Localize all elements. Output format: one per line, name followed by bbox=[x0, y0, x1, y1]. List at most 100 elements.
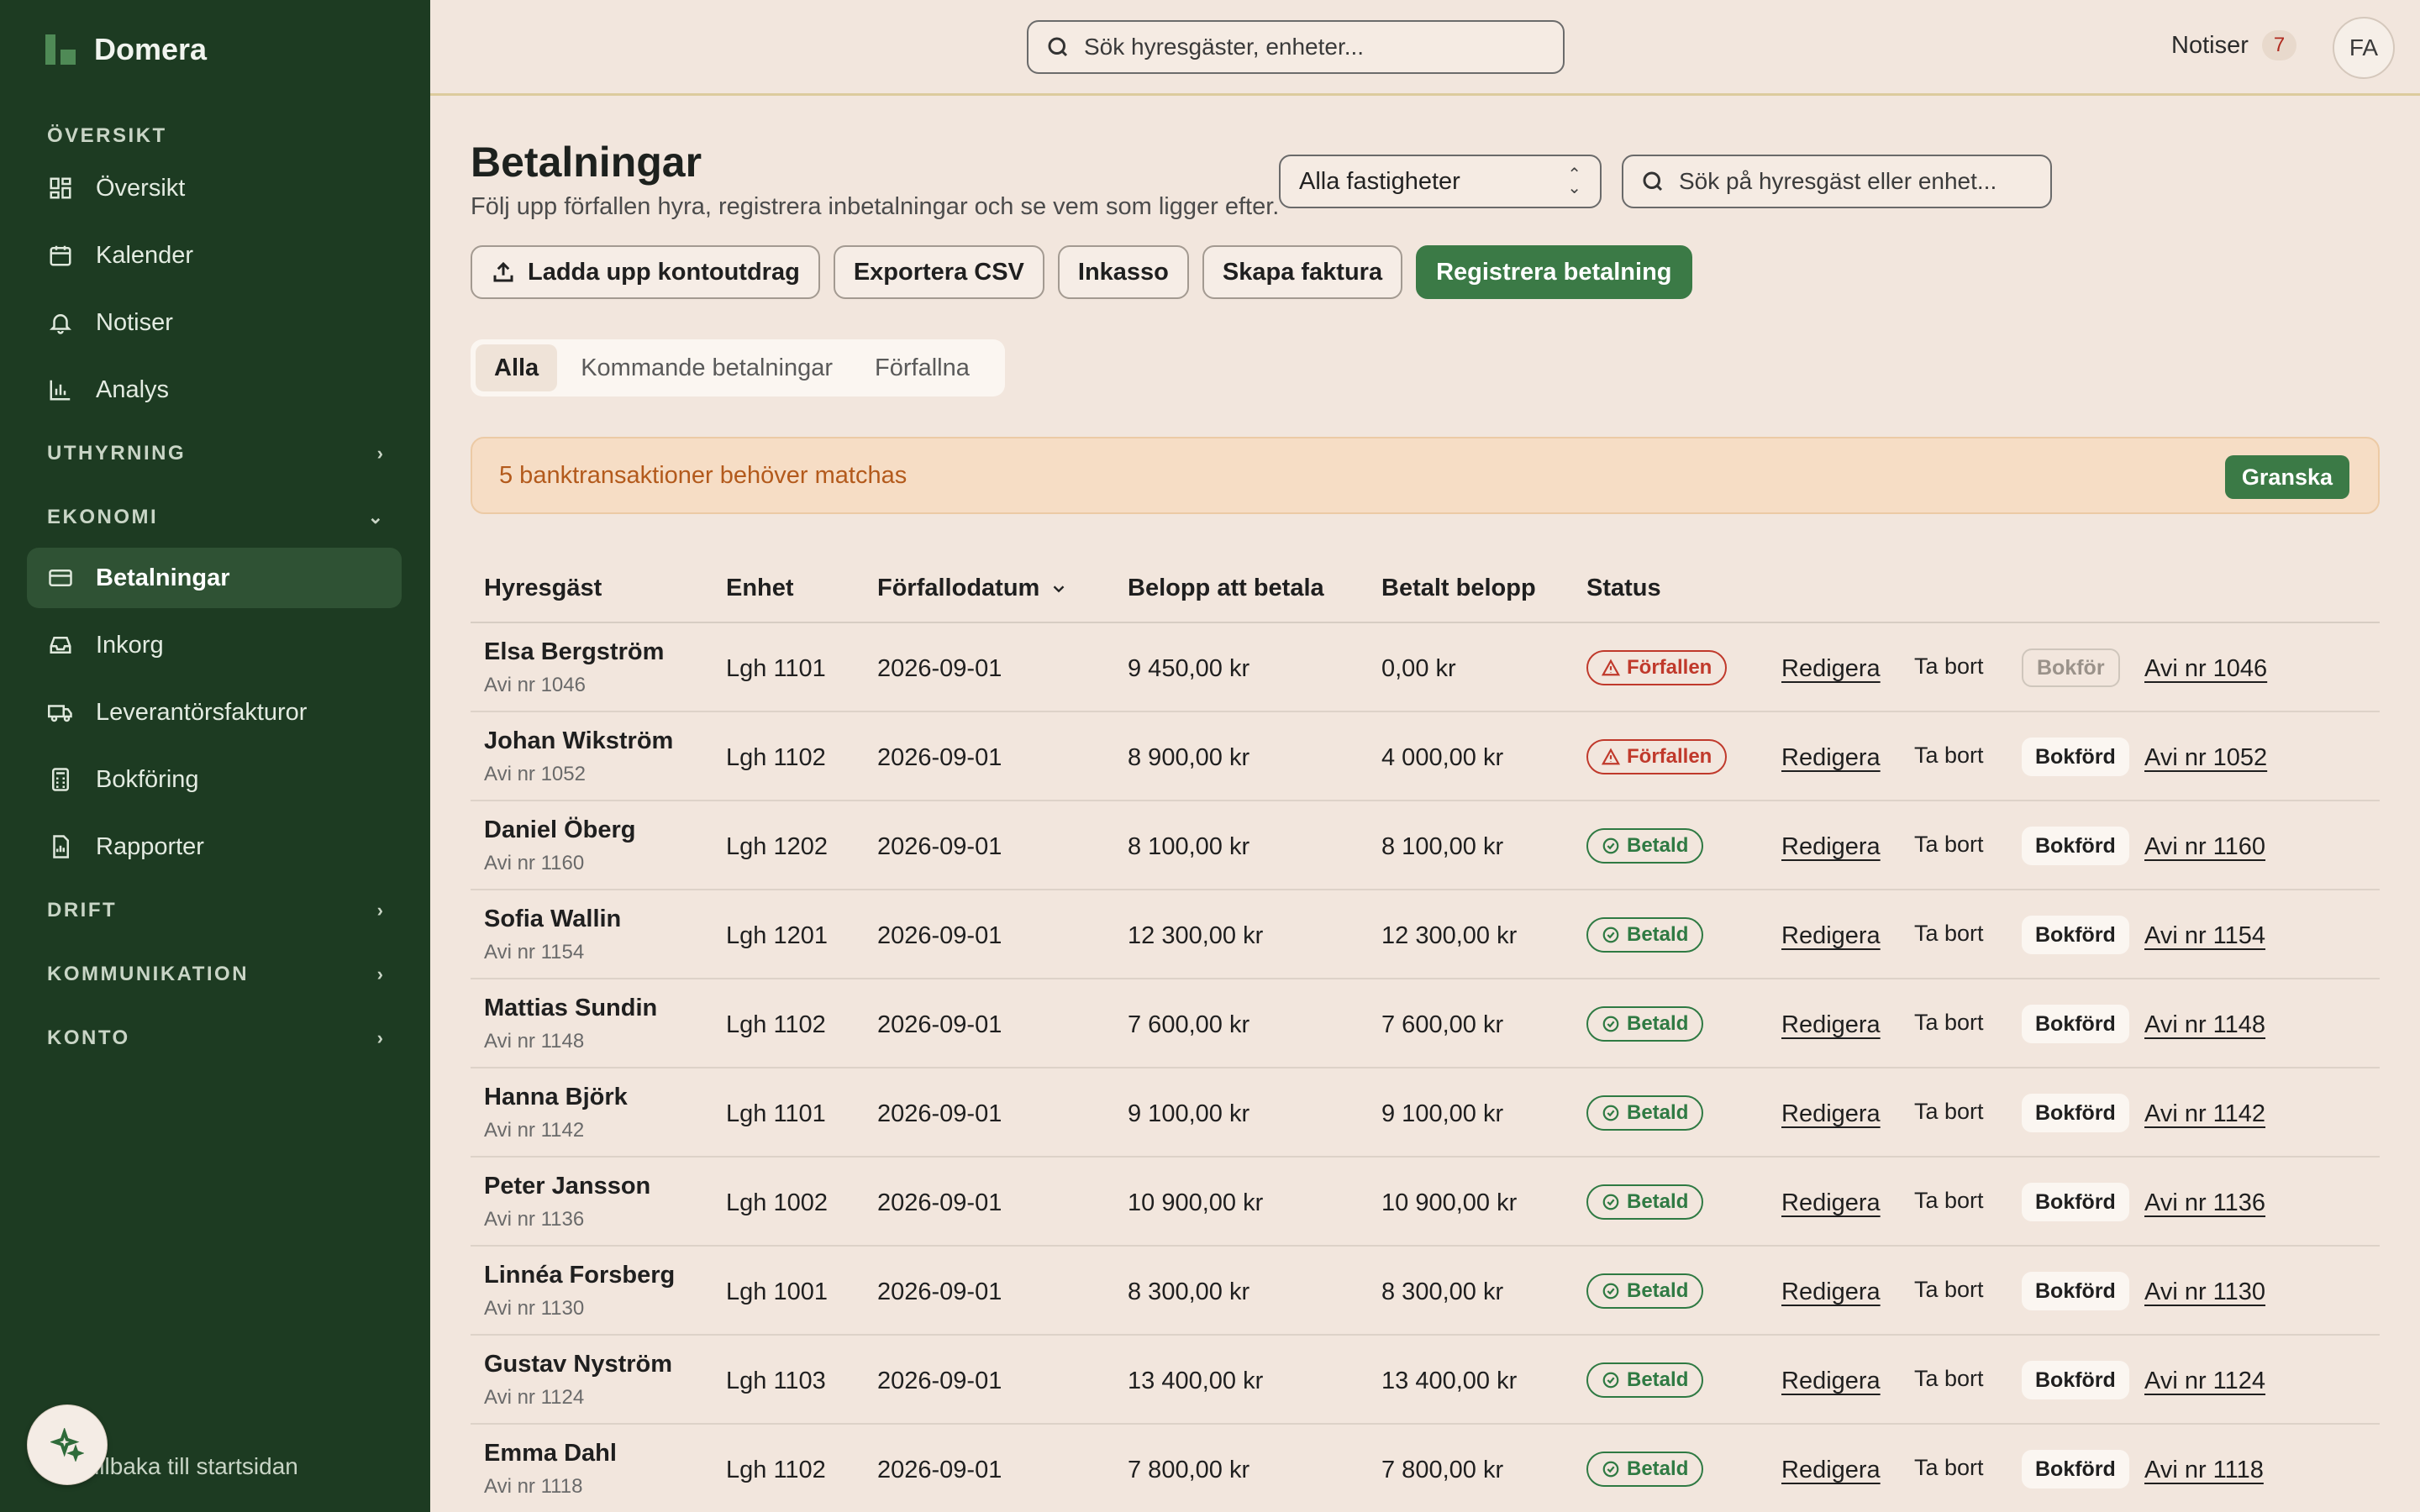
column-due-date[interactable]: Förfallodatum bbox=[877, 575, 1068, 602]
edit-link[interactable]: Redigera bbox=[1781, 655, 1881, 683]
sidebar-item-inbox[interactable]: Inkorg bbox=[27, 615, 402, 675]
edit-link[interactable]: Redigera bbox=[1781, 1189, 1881, 1217]
tenant-name[interactable]: Peter Jansson bbox=[484, 1173, 650, 1200]
check-circle-icon bbox=[1602, 1283, 1619, 1299]
global-search-input[interactable]: Sök hyresgäster, enheter... bbox=[1027, 20, 1565, 74]
column-amount-due[interactable]: Belopp att betala bbox=[1128, 575, 1324, 602]
booked-badge: Bokförd bbox=[2022, 1183, 2129, 1221]
page-subtitle: Följ upp förfallen hyra, registrera inbe… bbox=[471, 193, 1280, 220]
upload-statement-button[interactable]: Ladda upp kontoutdrag bbox=[471, 245, 820, 299]
delete-button[interactable]: Ta bort bbox=[1914, 1366, 1984, 1392]
sidebar-item-reports[interactable]: Rapporter bbox=[27, 816, 402, 877]
edit-link[interactable]: Redigera bbox=[1781, 1278, 1881, 1306]
sidebar-item-overview[interactable]: Översikt bbox=[27, 158, 402, 218]
invoice-link[interactable]: Avi nr 1130 bbox=[2144, 1278, 2265, 1306]
invoice-link[interactable]: Avi nr 1160 bbox=[2144, 833, 2265, 861]
register-payment-button[interactable]: Registrera betalning bbox=[1416, 245, 1692, 299]
create-invoice-button[interactable]: Skapa faktura bbox=[1202, 245, 1403, 299]
booked-badge: Bokförd bbox=[2022, 1272, 2129, 1310]
delete-button[interactable]: Ta bort bbox=[1914, 1455, 1984, 1481]
status-badge: Förfallen bbox=[1586, 650, 1728, 685]
edit-link[interactable]: Redigera bbox=[1781, 1100, 1881, 1128]
status-badge: Betald bbox=[1586, 1184, 1704, 1220]
sidebar-item-bookkeeping[interactable]: Bokföring bbox=[27, 749, 402, 810]
tab-overdue[interactable]: Förfallna bbox=[856, 344, 988, 391]
nav-section-overview: ÖVERSIKT bbox=[47, 124, 167, 147]
nav-section-rental[interactable]: UTHYRNING › bbox=[47, 442, 383, 465]
amount-due-cell: 10 900,00 kr bbox=[1128, 1189, 1264, 1216]
paid-amount-cell: 8 300,00 kr bbox=[1381, 1278, 1504, 1305]
nav-section-account[interactable]: KONTO › bbox=[47, 1026, 383, 1050]
tenant-search-input[interactable]: Sök på hyresgäst eller enhet... bbox=[1622, 155, 2052, 208]
delete-button[interactable]: Ta bort bbox=[1914, 1277, 1984, 1303]
tenant-name[interactable]: Mattias Sundin bbox=[484, 995, 657, 1022]
collection-button[interactable]: Inkasso bbox=[1057, 245, 1189, 299]
invoice-link[interactable]: Avi nr 1142 bbox=[2144, 1100, 2265, 1128]
tab-upcoming[interactable]: Kommande betalningar bbox=[562, 344, 851, 391]
column-paid[interactable]: Betalt belopp bbox=[1381, 575, 1536, 602]
edit-link[interactable]: Redigera bbox=[1781, 744, 1881, 772]
delete-button[interactable]: Ta bort bbox=[1914, 1099, 1984, 1125]
invoice-link[interactable]: Avi nr 1052 bbox=[2144, 744, 2267, 772]
property-select[interactable]: Alla fastigheter ⌃ ⌄ bbox=[1279, 155, 1602, 208]
edit-link[interactable]: Redigera bbox=[1781, 833, 1881, 861]
tenant-name[interactable]: Hanna Björk bbox=[484, 1084, 628, 1111]
due-date-cell: 2026-09-01 bbox=[877, 1278, 1002, 1305]
invoice-link[interactable]: Avi nr 1118 bbox=[2144, 1457, 2264, 1484]
delete-button[interactable]: Ta bort bbox=[1914, 832, 1984, 858]
edit-link[interactable]: Redigera bbox=[1781, 1368, 1881, 1395]
sidebar-item-analysis[interactable]: Analys bbox=[27, 360, 402, 420]
brand[interactable]: Domera bbox=[45, 32, 207, 67]
tenant-name[interactable]: Johan Wikström bbox=[484, 727, 673, 755]
notifications-button[interactable]: Notiser 7 bbox=[2171, 30, 2297, 60]
delete-button[interactable]: Ta bort bbox=[1914, 743, 1984, 769]
column-unit[interactable]: Enhet bbox=[726, 575, 794, 602]
table-row: Mattias Sundin Avi nr 1148 Lgh 1102 2026-09… bbox=[471, 979, 2380, 1068]
tenant-name[interactable]: Elsa Bergström bbox=[484, 638, 664, 666]
table-row: Elsa Bergström Avi nr 1046 Lgh 1101 2026-09… bbox=[471, 623, 2380, 712]
due-date-cell: 2026-09-01 bbox=[877, 1100, 1002, 1127]
delete-button[interactable]: Ta bort bbox=[1914, 654, 1984, 680]
table-body: Elsa Bergström Avi nr 1046 Lgh 1101 2026-09… bbox=[471, 623, 2380, 1512]
tenant-name[interactable]: Sofia Wallin bbox=[484, 906, 621, 933]
tenant-name[interactable]: Emma Dahl bbox=[484, 1440, 617, 1467]
paid-amount-cell: 0,00 kr bbox=[1381, 655, 1456, 682]
delete-button[interactable]: Ta bort bbox=[1914, 1188, 1984, 1214]
invoice-link[interactable]: Avi nr 1046 bbox=[2144, 655, 2267, 683]
avatar[interactable]: FA bbox=[2333, 17, 2395, 79]
invoice-link[interactable]: Avi nr 1124 bbox=[2144, 1368, 2265, 1395]
sidebar-item-notifications[interactable]: Notiser bbox=[27, 292, 402, 353]
review-button[interactable]: Granska bbox=[2224, 455, 2349, 499]
delete-button[interactable]: Ta bort bbox=[1914, 1010, 1984, 1036]
export-csv-button[interactable]: Exportera CSV bbox=[833, 245, 1044, 299]
search-icon bbox=[1643, 171, 1663, 192]
sidebar-item-supplier-invoices[interactable]: Leverantörsfakturor bbox=[27, 682, 402, 743]
invoice-link[interactable]: Avi nr 1136 bbox=[2144, 1189, 2265, 1217]
ai-assistant-button[interactable] bbox=[27, 1404, 108, 1485]
column-status[interactable]: Status bbox=[1586, 575, 1661, 602]
nav-section-communication[interactable]: KOMMUNIKATION › bbox=[47, 963, 383, 986]
book-button[interactable]: Bokför bbox=[2022, 648, 2120, 687]
nav-section-operations[interactable]: DRIFT › bbox=[47, 899, 383, 922]
invoice-link[interactable]: Avi nr 1148 bbox=[2144, 1011, 2265, 1039]
sidebar-item-payments[interactable]: Betalningar bbox=[27, 548, 402, 608]
invoice-link[interactable]: Avi nr 1154 bbox=[2144, 922, 2265, 950]
tenant-name[interactable]: Gustav Nyström bbox=[484, 1351, 672, 1378]
sidebar-item-label: Leverantörsfakturor bbox=[96, 698, 308, 726]
edit-link[interactable]: Redigera bbox=[1781, 922, 1881, 950]
tab-all[interactable]: Alla bbox=[476, 344, 558, 391]
back-to-start-link[interactable]: Tillbaka till startsidan bbox=[81, 1453, 298, 1480]
table-row: Linnéa Forsberg Avi nr 1130 Lgh 1001 2026-0… bbox=[471, 1247, 2380, 1336]
sidebar-item-calendar[interactable]: Kalender bbox=[27, 225, 402, 286]
invoice-number: Avi nr 1160 bbox=[484, 852, 585, 874]
nav-section-economy[interactable]: EKONOMI ⌄ bbox=[47, 506, 383, 529]
payment-tabs: Alla Kommande betalningar Förfallna bbox=[471, 339, 1005, 396]
edit-link[interactable]: Redigera bbox=[1781, 1457, 1881, 1484]
tenant-name[interactable]: Daniel Öberg bbox=[484, 816, 636, 844]
tenant-name[interactable]: Linnéa Forsberg bbox=[484, 1262, 675, 1289]
column-tenant[interactable]: Hyresgäst bbox=[484, 575, 602, 602]
sidebar-item-label: Inkorg bbox=[96, 631, 164, 659]
brand-name: Domera bbox=[94, 32, 208, 66]
edit-link[interactable]: Redigera bbox=[1781, 1011, 1881, 1039]
delete-button[interactable]: Ta bort bbox=[1914, 921, 1984, 947]
